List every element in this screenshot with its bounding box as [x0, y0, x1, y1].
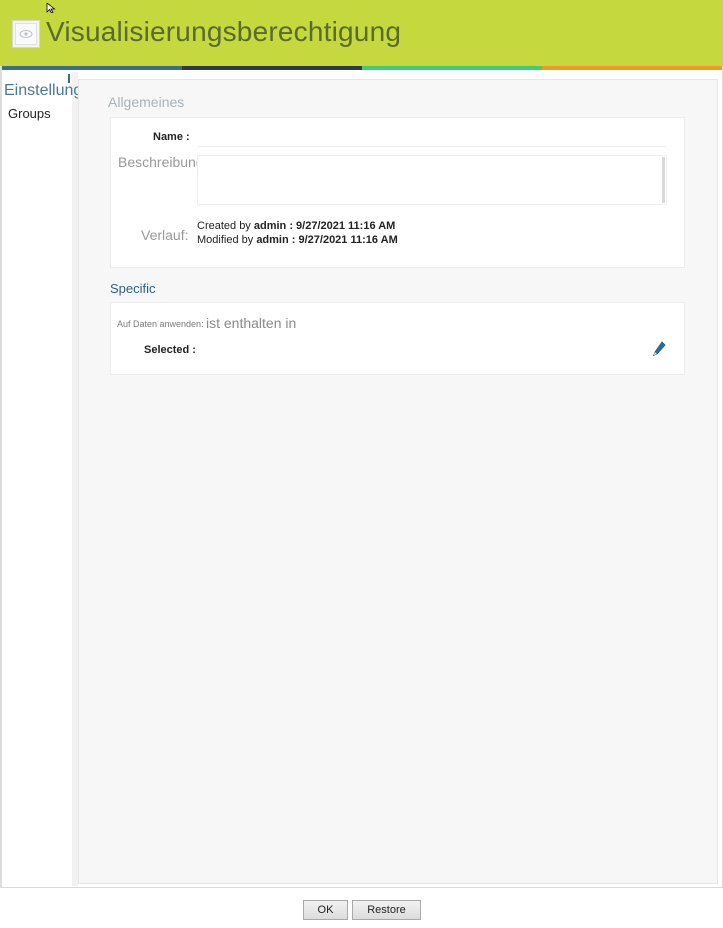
- created-text: admin : 9/27/2021 11:16 AM: [253, 220, 396, 232]
- history-label: Verlauf:: [141, 227, 189, 243]
- restore-button[interactable]: Restore: [352, 900, 421, 920]
- selected-label: Selected :: [144, 344, 196, 356]
- created-info: Created by admin : 9/27/2021 11:16 AM: [197, 220, 395, 232]
- window-title: Visualisierungsberechtigung: [46, 16, 402, 47]
- eye-icon: [12, 20, 40, 48]
- section-title-general: Allgemeines: [108, 94, 185, 110]
- apply-value: ist enthalten in: [206, 315, 297, 331]
- section-title-specific: Specific: [110, 281, 156, 296]
- specific-panel: [110, 302, 685, 375]
- description-label: Beschreibung:: [118, 154, 208, 170]
- ok-button[interactable]: OK: [303, 900, 348, 920]
- modified-info: Modified by admin : 9/27/2021 11:16 AM: [197, 234, 398, 246]
- description-field[interactable]: [197, 155, 667, 205]
- accent-stripe-blue: [0, 66, 182, 70]
- modified-text: admin : 9/27/2021 11:16 AM: [256, 234, 398, 246]
- description-scrollbar[interactable]: [662, 157, 665, 203]
- pencil-icon[interactable]: [650, 340, 668, 358]
- accent-stripe-green: [362, 66, 542, 70]
- accent-stripe-dark: [182, 66, 362, 70]
- created-prefix: Created by: [197, 220, 254, 232]
- modified-prefix: Modified by: [197, 234, 257, 246]
- name-field[interactable]: [197, 146, 667, 147]
- accent-stripe-orange: [542, 66, 723, 70]
- sidebar: [2, 72, 73, 886]
- name-label: Name :: [153, 131, 190, 143]
- apply-label: Auf Daten anwenden:: [117, 319, 204, 329]
- sidebar-item-groups[interactable]: Groups: [8, 106, 51, 121]
- title-bar: Visualisierungsberechtigung: [0, 0, 723, 66]
- mouse-cursor-icon: [46, 0, 60, 18]
